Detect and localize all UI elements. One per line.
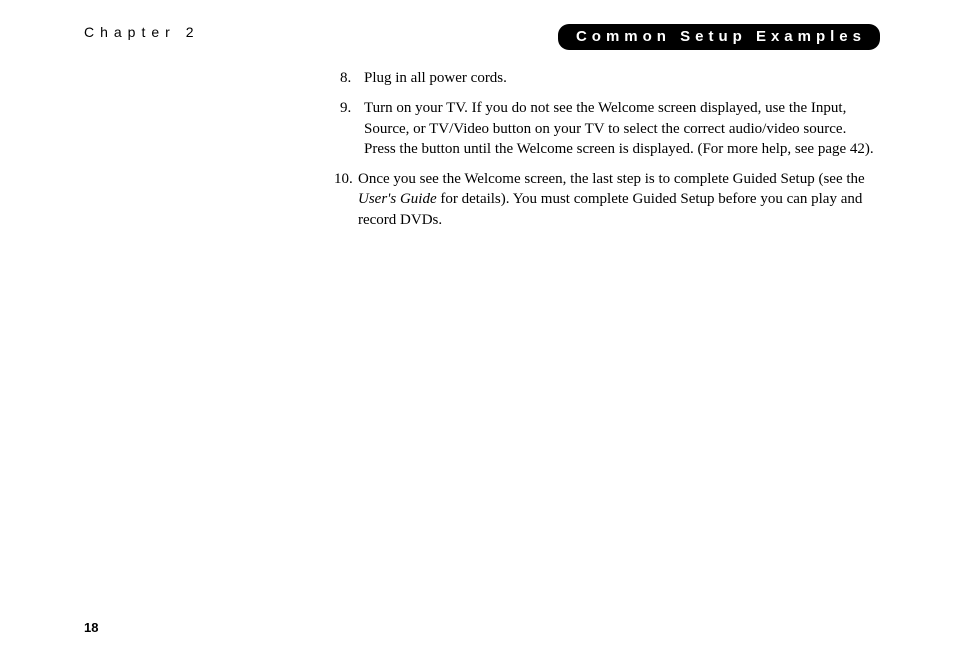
page-number: 18 xyxy=(84,620,98,635)
list-text-pre: Once you see the Welcome screen, the las… xyxy=(358,171,865,187)
list-number: 8. xyxy=(340,68,364,88)
list-item: 10. Once you see the Welcome screen, the… xyxy=(340,169,876,230)
list-text-italic: User's Guide xyxy=(358,191,437,207)
instruction-list: 8. Plug in all power cords. 9. Turn on y… xyxy=(340,68,876,230)
list-item: 9. Turn on your TV. If you do not see th… xyxy=(340,98,876,159)
page-header: Chapter 2 Common Setup Examples xyxy=(0,0,954,50)
chapter-label: Chapter 2 xyxy=(84,24,199,40)
list-text: Turn on your TV. If you do not see the W… xyxy=(364,98,876,159)
list-text: Once you see the Welcome screen, the las… xyxy=(358,169,876,230)
list-number: 10. xyxy=(334,169,358,230)
section-title-pill: Common Setup Examples xyxy=(558,24,880,50)
list-text: Plug in all power cords. xyxy=(364,68,876,88)
list-number: 9. xyxy=(340,98,364,159)
list-item: 8. Plug in all power cords. xyxy=(340,68,876,88)
